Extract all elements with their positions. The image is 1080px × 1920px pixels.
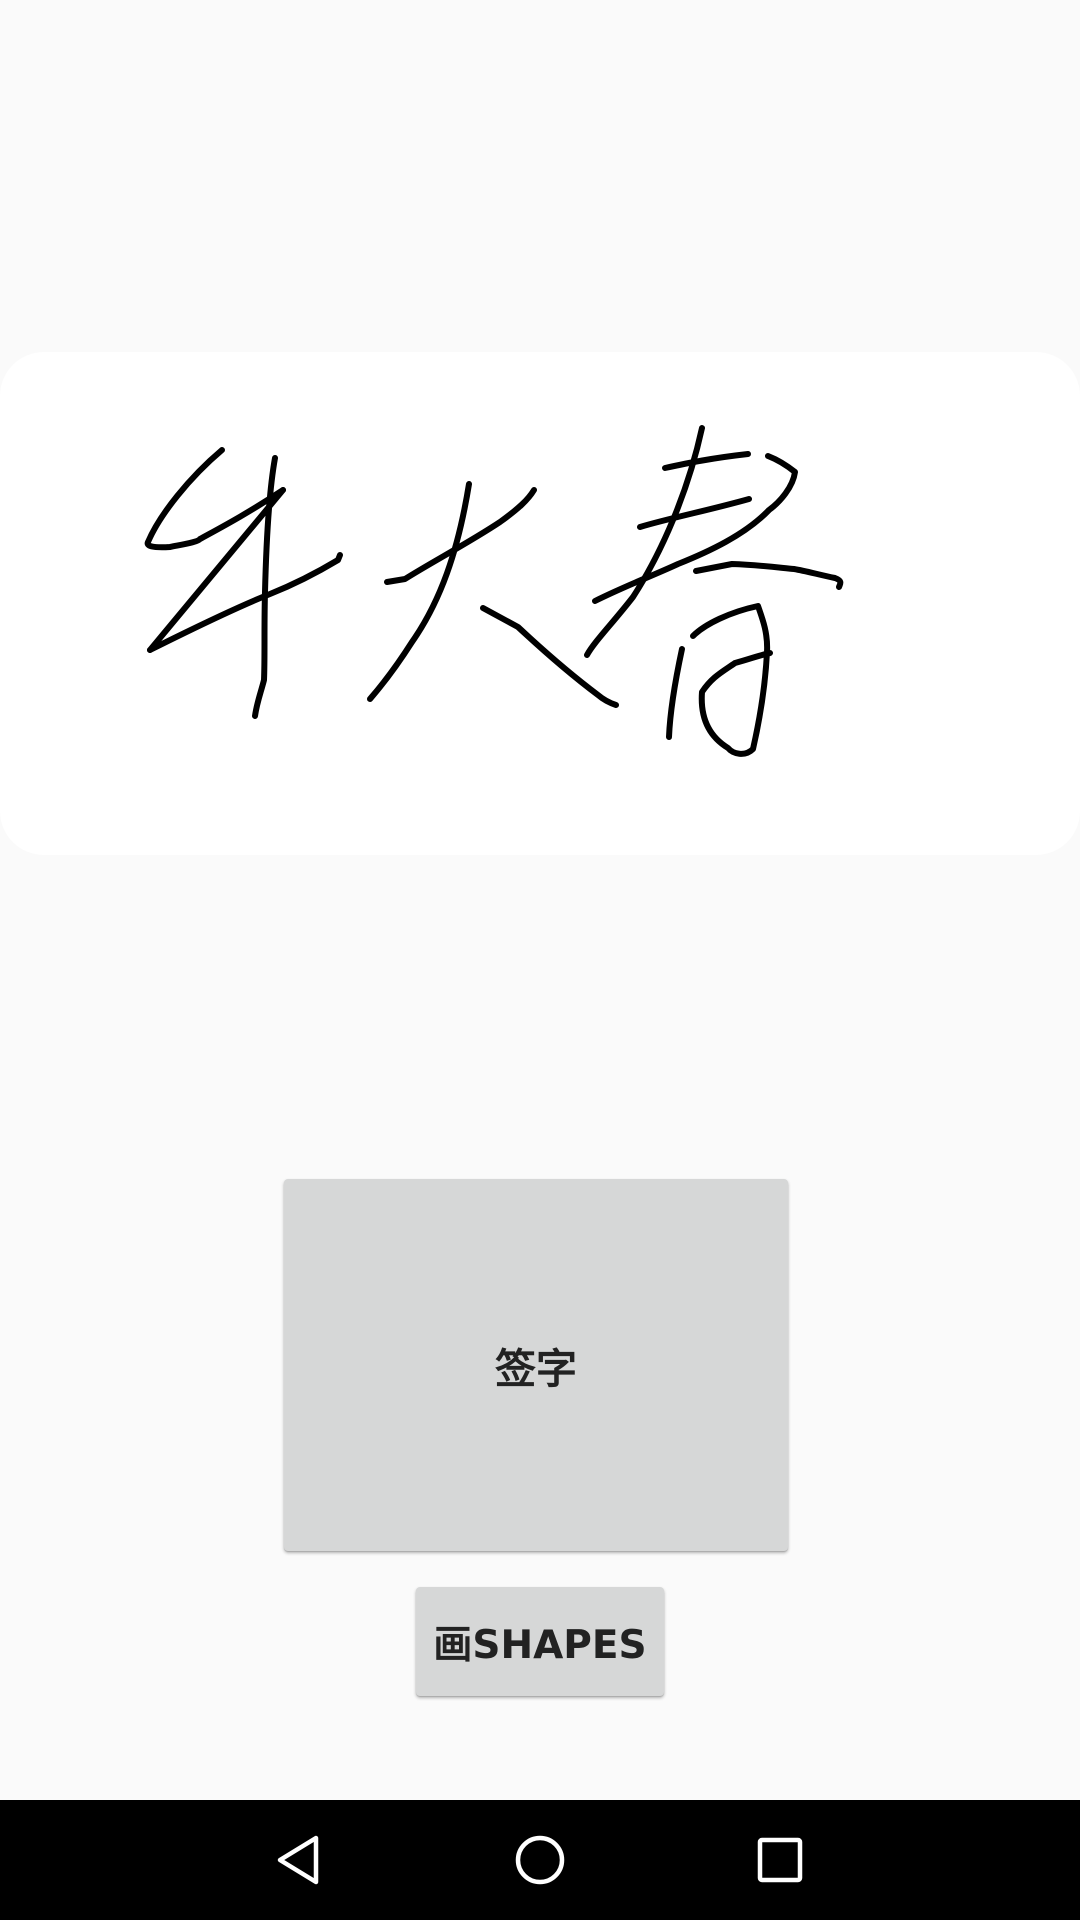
ink-stroke bbox=[147, 552, 343, 653]
back-button[interactable] bbox=[230, 1800, 370, 1920]
circle-home-icon bbox=[515, 1835, 565, 1885]
ink-stroke bbox=[693, 561, 844, 590]
ink-stroke bbox=[662, 451, 751, 471]
ink-stroke bbox=[144, 447, 286, 551]
ink-stroke bbox=[367, 481, 472, 702]
signature-drawing bbox=[144, 425, 844, 757]
signature-pad[interactable] bbox=[0, 352, 1080, 855]
square-recents-icon bbox=[757, 1837, 803, 1883]
ink-stroke bbox=[690, 603, 773, 757]
ink-stroke bbox=[480, 605, 619, 708]
screen: 签字 画shapes bbox=[0, 0, 1080, 1920]
home-button[interactable] bbox=[470, 1800, 610, 1920]
ink-stroke bbox=[637, 496, 752, 530]
draw-shapes-button[interactable]: 画shapes bbox=[416, 1587, 664, 1696]
triangle-back-icon bbox=[277, 1835, 319, 1885]
sign-button[interactable]: 签字 bbox=[284, 1179, 788, 1551]
recents-button[interactable] bbox=[710, 1800, 850, 1920]
ink-stroke bbox=[666, 646, 685, 740]
navigation-bar bbox=[0, 1800, 1080, 1920]
ink-stroke bbox=[252, 455, 278, 719]
ink-stroke bbox=[592, 453, 798, 604]
